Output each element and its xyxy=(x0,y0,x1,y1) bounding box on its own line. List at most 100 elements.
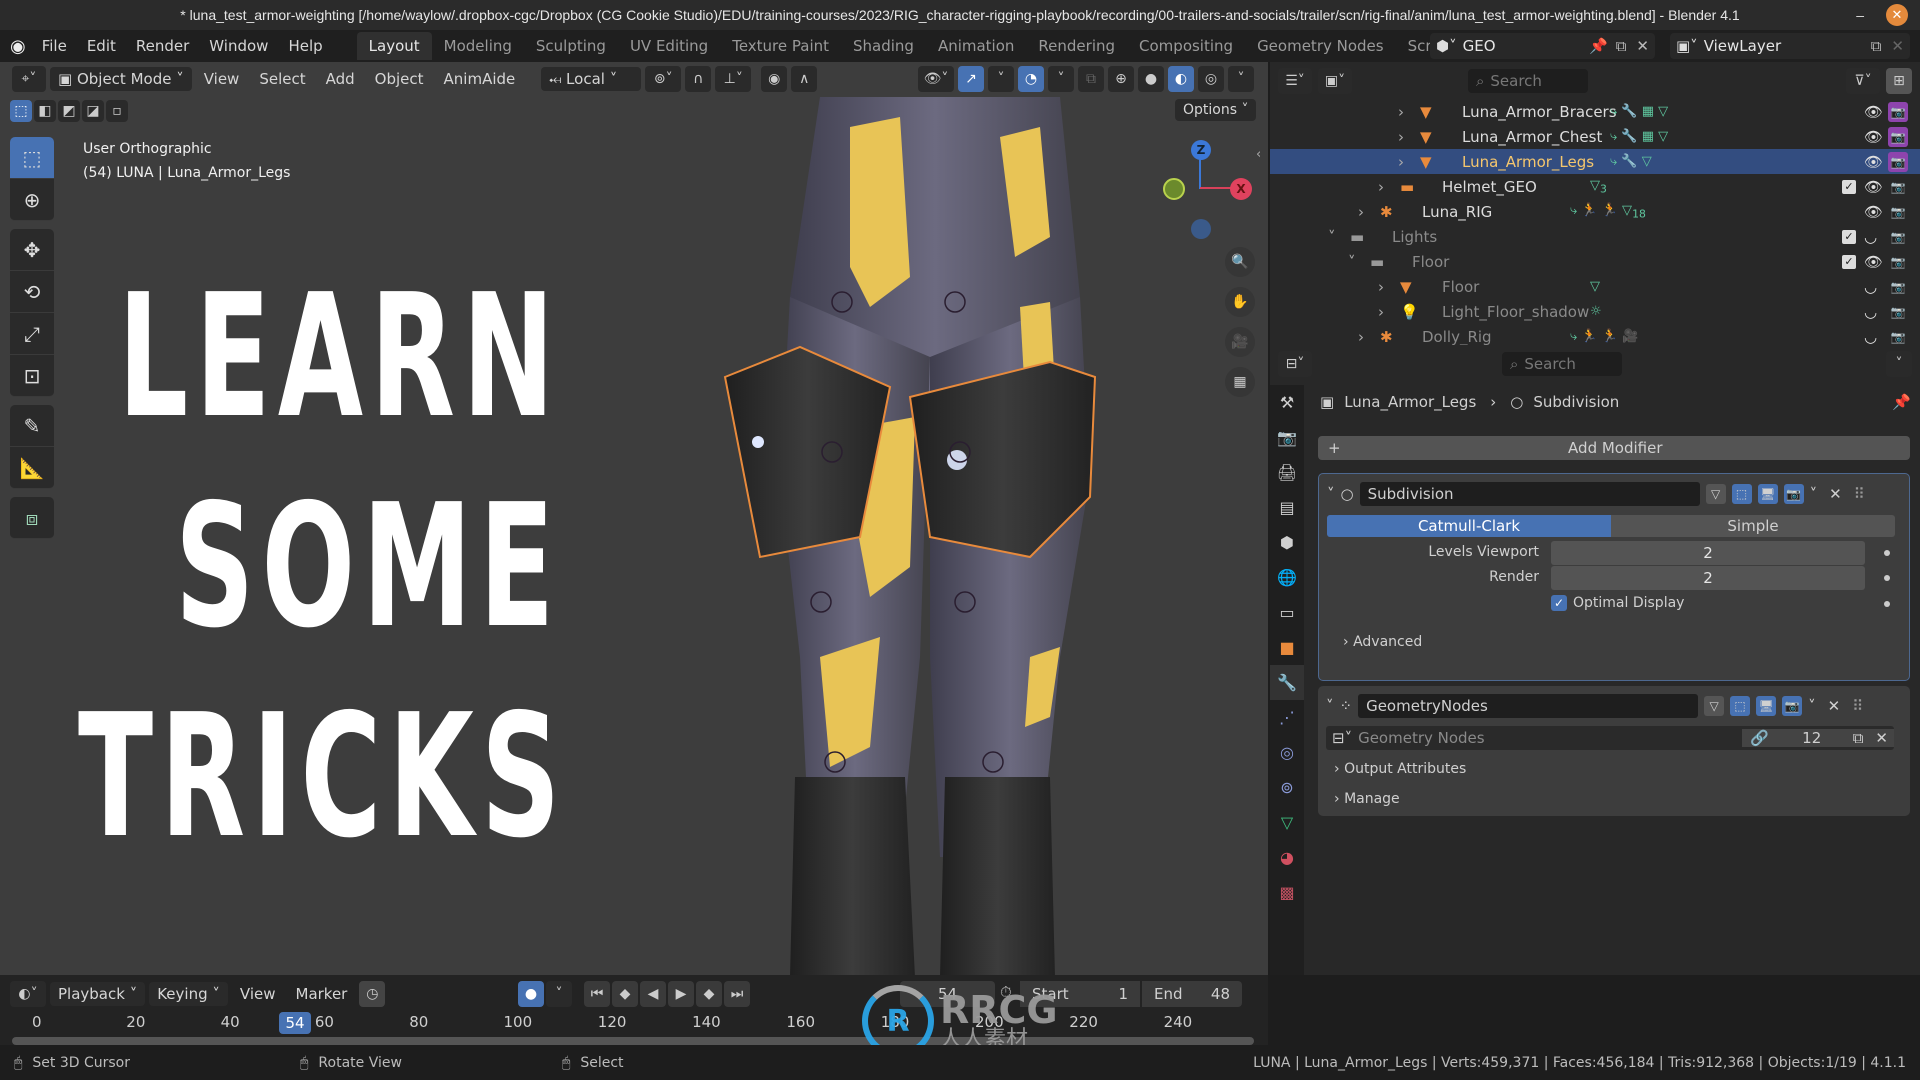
expand-chevron-icon[interactable]: › xyxy=(1358,203,1364,221)
modifier-menu-icon[interactable]: ˅ xyxy=(1808,697,1816,715)
node-group-selector[interactable]: ⊟˅ Geometry Nodes 🔗 12 ⧉ ✕ xyxy=(1326,726,1894,750)
tab-animation[interactable]: Animation xyxy=(926,32,1026,60)
expand-chevron-icon[interactable]: ˅ xyxy=(1328,228,1336,246)
collapse-chevron-icon[interactable]: ˅ xyxy=(1327,485,1335,503)
tab-collection[interactable]: ▭ xyxy=(1270,595,1304,630)
outliner-row[interactable]: › ✱ Luna_RIG ⤷ 🏃 🏃 ▽18 👁 📷 xyxy=(1270,199,1920,224)
visibility-eye-icon[interactable]: 👁 xyxy=(1864,103,1883,121)
render-visibility-icon[interactable]: 📷 xyxy=(1888,327,1908,347)
expand-chevron-icon[interactable]: ˅ xyxy=(1348,253,1356,271)
menu-file[interactable]: File xyxy=(32,30,77,62)
tab-rendering[interactable]: Rendering xyxy=(1026,32,1127,60)
gizmo-toggle-icon[interactable]: ↗ xyxy=(958,65,984,92)
menu-view[interactable]: View xyxy=(196,67,248,91)
play-reverse-icon[interactable]: ◀ xyxy=(640,981,666,1007)
drag-handle-icon[interactable]: ⠿ xyxy=(1854,485,1865,503)
tab-physics[interactable]: ◎ xyxy=(1270,735,1304,770)
shading-rendered-icon[interactable]: ◎ xyxy=(1198,65,1224,92)
expand-chevron-icon[interactable]: › xyxy=(1398,103,1404,121)
keying-dropdown-icon[interactable]: ˅ xyxy=(546,981,572,1007)
render-visibility-icon[interactable]: 📷 xyxy=(1888,101,1908,122)
render-visibility-icon[interactable]: 📷 xyxy=(1888,202,1908,222)
collapse-chevron-icon[interactable]: ˅ xyxy=(1326,697,1334,715)
outliner-row[interactable]: ˅ ▬ Lights ✓ ◡ 📷 xyxy=(1270,224,1920,249)
shading-wireframe-icon[interactable]: ⊕ xyxy=(1108,65,1134,92)
on-cage-toggle-icon[interactable]: ⬚ xyxy=(1731,484,1752,504)
render-visibility-icon[interactable]: 📷 xyxy=(1888,151,1908,172)
unlink-icon[interactable]: ✕ xyxy=(1869,729,1894,747)
snap-icon[interactable]: ∩ xyxy=(685,65,712,92)
outliner-item-name[interactable]: Floor xyxy=(1442,278,1479,296)
tab-object[interactable]: ■ xyxy=(1270,630,1304,665)
overlay-dropdown-icon[interactable]: ˅ xyxy=(1048,65,1074,92)
editor-type-icon[interactable]: ⌖˅ xyxy=(12,65,46,92)
outliner-row[interactable]: › 💡 Light_Floor_shadow ☼ ◡ 📷 xyxy=(1270,299,1920,324)
scene-name[interactable]: GEO xyxy=(1463,37,1585,55)
outliner-editor-icon[interactable]: ☰˅ xyxy=(1278,68,1312,94)
outliner-row[interactable]: › ▼ Floor ▽ ◡ 📷 xyxy=(1270,274,1920,299)
sidebar-toggle-icon[interactable]: ‹ xyxy=(1256,147,1261,162)
visibility-eye-icon[interactable]: 👁 xyxy=(1864,153,1883,171)
select-box-tool[interactable]: ⬚ xyxy=(10,137,54,179)
geometry-nodes-name-field[interactable]: GeometryNodes xyxy=(1358,694,1699,718)
visibility-eye-icon[interactable]: 👁 xyxy=(1864,203,1883,221)
render-levels-field[interactable]: 2 xyxy=(1551,566,1865,590)
tab-shading[interactable]: Shading xyxy=(841,32,926,60)
expand-chevron-icon[interactable]: › xyxy=(1358,328,1364,346)
sync-clock-icon[interactable]: ◷ xyxy=(359,981,386,1007)
viewport-toggle-icon[interactable]: 🖥 xyxy=(1757,484,1778,504)
navigation-gizmo[interactable]: Z X xyxy=(1155,137,1255,247)
visibility-eye-icon[interactable]: 👁 xyxy=(1864,128,1883,146)
xray-toggle-icon[interactable]: ⧉ xyxy=(1078,65,1104,92)
user-count[interactable]: 12 xyxy=(1776,729,1847,747)
outliner-item-name[interactable]: Floor xyxy=(1412,253,1449,271)
edit-mode-toggle-icon[interactable]: ▽ xyxy=(1705,484,1726,504)
select-invert-icon[interactable]: ◪ xyxy=(82,100,104,122)
3d-viewport[interactable]: ⌖˅ ▣ Object Mode ˅ View Select Add Objec… xyxy=(0,62,1268,975)
pivot-point-icon[interactable]: ⊚˅ xyxy=(645,65,682,92)
outliner-search[interactable]: ⌕ Search xyxy=(1468,69,1588,93)
optimal-display-checkbox[interactable]: ✓ Optimal Display xyxy=(1551,595,1684,611)
tab-tool[interactable]: ⚒ xyxy=(1270,385,1304,420)
options-dropdown[interactable]: Options ˅ xyxy=(1175,99,1257,121)
advanced-subpanel[interactable]: › Advanced xyxy=(1343,634,1422,650)
visibility-selector-icon[interactable]: 👁˅ xyxy=(918,65,954,92)
frame-end-field[interactable]: End 48 xyxy=(1142,981,1242,1007)
shading-solid-icon[interactable]: ● xyxy=(1138,65,1164,92)
menu-render[interactable]: Render xyxy=(126,30,199,62)
blender-logo-icon[interactable]: ◉ xyxy=(10,36,26,57)
animate-property-icon[interactable] xyxy=(1884,601,1890,607)
expand-chevron-icon[interactable]: › xyxy=(1378,303,1384,321)
outliner-item-name[interactable]: Helmet_GEO xyxy=(1442,178,1537,196)
tab-modeling[interactable]: Modeling xyxy=(432,32,524,60)
select-extend-icon[interactable]: ◧ xyxy=(34,100,56,122)
expand-chevron-icon[interactable]: › xyxy=(1378,178,1384,196)
tab-scene[interactable]: ⬢ xyxy=(1270,525,1304,560)
visibility-eye-icon[interactable]: ◡ xyxy=(1864,303,1877,321)
outliner-row[interactable]: ˅ ▬ Floor ✓ 👁 📷 xyxy=(1270,249,1920,274)
camera-view-icon[interactable]: 🎥 xyxy=(1225,327,1255,357)
select-intersect-icon[interactable]: ▫ xyxy=(106,100,128,122)
visibility-eye-icon[interactable]: ◡ xyxy=(1864,328,1877,346)
visibility-eye-icon[interactable]: 👁 xyxy=(1864,178,1883,196)
tab-compositing[interactable]: Compositing xyxy=(1127,32,1245,60)
zoom-icon[interactable]: 🔍 xyxy=(1225,247,1255,277)
snap-target-icon[interactable]: ⊥˅ xyxy=(715,65,752,92)
catmull-clark-option[interactable]: Catmull-Clark xyxy=(1327,515,1611,537)
menu-marker[interactable]: Marker xyxy=(288,982,356,1006)
transform-tool[interactable]: ⊡ xyxy=(10,355,54,397)
menu-edit[interactable]: Edit xyxy=(77,30,126,62)
ortho-grid-icon[interactable]: ▦ xyxy=(1225,367,1255,397)
properties-search[interactable]: ⌕ Search xyxy=(1502,352,1622,376)
menu-object[interactable]: Object xyxy=(367,67,432,91)
visibility-eye-icon[interactable]: ◡ xyxy=(1864,278,1877,296)
modifier-name-field[interactable]: Subdivision xyxy=(1359,482,1700,506)
expand-chevron-icon[interactable]: › xyxy=(1398,153,1404,171)
outliner-item-name[interactable]: Light_Floor_shadow xyxy=(1442,303,1589,321)
node-group-name[interactable]: Geometry Nodes xyxy=(1358,729,1742,747)
auto-keying-icon[interactable]: ● xyxy=(518,981,544,1007)
expand-chevron-icon[interactable]: › xyxy=(1398,128,1404,146)
properties-editor-icon[interactable]: ⊟˅ xyxy=(1278,351,1312,377)
tab-modifiers[interactable]: 🔧 xyxy=(1270,665,1304,700)
overlay-toggle-icon[interactable]: ◔ xyxy=(1018,65,1044,92)
